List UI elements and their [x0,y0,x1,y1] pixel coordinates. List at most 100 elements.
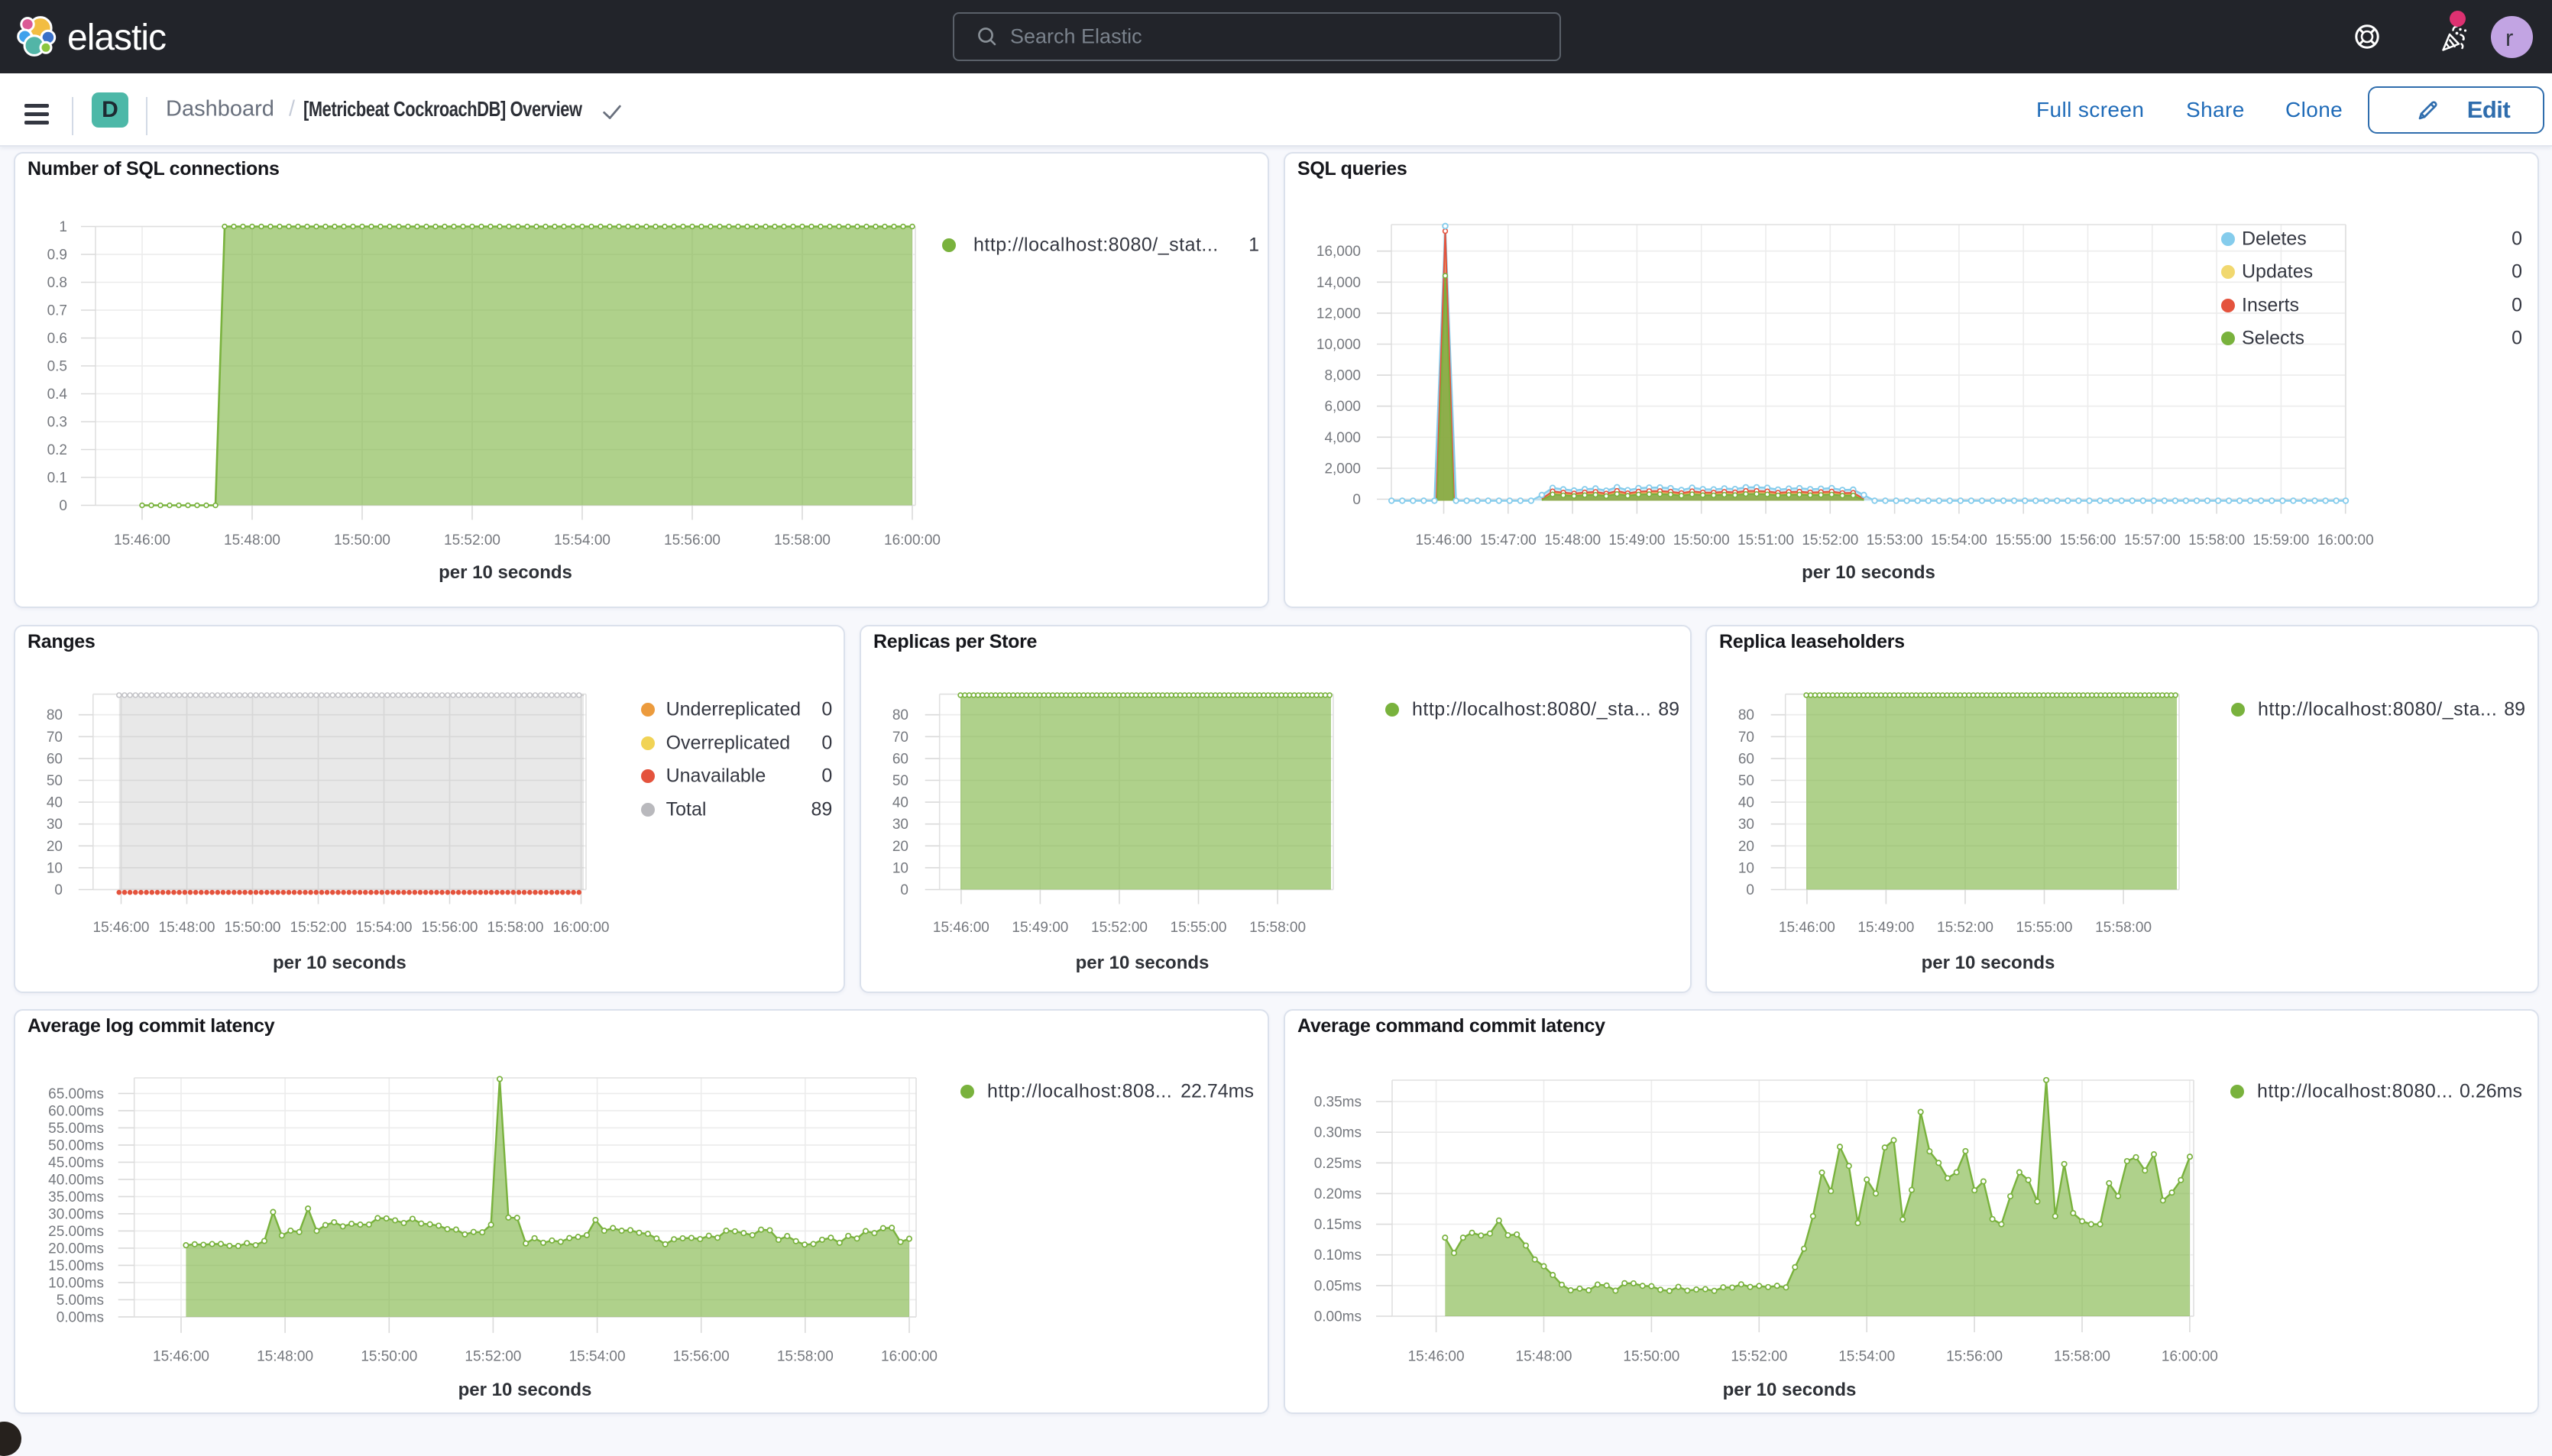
svg-text:6,000: 6,000 [1324,399,1361,415]
svg-text:0.00ms: 0.00ms [57,1309,104,1325]
svg-text:35.00ms: 35.00ms [48,1189,104,1205]
svg-text:15:46:00: 15:46:00 [933,920,989,936]
svg-text:0.30ms: 0.30ms [1314,1125,1362,1141]
svg-text:15:52:00: 15:52:00 [290,920,347,936]
svg-text:15:46:00: 15:46:00 [93,920,150,936]
svg-text:0.1: 0.1 [47,470,67,486]
svg-text:15:59:00: 15:59:00 [2252,532,2309,548]
svg-text:15:55:00: 15:55:00 [2016,920,2073,936]
svg-text:15:56:00: 15:56:00 [1946,1349,2003,1365]
svg-text:15:48:00: 15:48:00 [1516,1349,1572,1365]
svg-text:15:48:00: 15:48:00 [159,920,215,936]
svg-text:50.00ms: 50.00ms [48,1137,104,1153]
svg-text:0: 0 [1352,492,1361,508]
svg-text:0.10ms: 0.10ms [1314,1247,1362,1263]
svg-text:0: 0 [54,882,63,898]
svg-text:15:48:00: 15:48:00 [1544,532,1601,548]
svg-text:15:46:00: 15:46:00 [1416,532,1472,548]
svg-text:10.00ms: 10.00ms [48,1275,104,1291]
svg-text:0.6: 0.6 [47,331,67,347]
svg-text:0.00ms: 0.00ms [1314,1309,1362,1325]
svg-text:15:52:00: 15:52:00 [1937,920,1993,936]
svg-text:15:46:00: 15:46:00 [1779,920,1835,936]
svg-text:15:49:00: 15:49:00 [1608,532,1665,548]
svg-text:15:53:00: 15:53:00 [1867,532,1923,548]
svg-text:15:46:00: 15:46:00 [1408,1349,1465,1365]
svg-text:15:56:00: 15:56:00 [422,920,478,936]
svg-text:15:46:00: 15:46:00 [153,1349,209,1365]
svg-text:15:58:00: 15:58:00 [774,532,831,548]
svg-text:0.15ms: 0.15ms [1314,1217,1362,1233]
svg-text:0.8: 0.8 [47,275,67,291]
svg-text:16:00:00: 16:00:00 [2162,1349,2218,1365]
svg-text:15:50:00: 15:50:00 [334,532,390,548]
svg-text:16:00:00: 16:00:00 [881,1349,938,1365]
svg-text:70: 70 [1738,730,1754,746]
svg-text:per 10 seconds: per 10 seconds [1076,953,1210,973]
svg-text:70: 70 [892,730,908,746]
svg-text:0.25ms: 0.25ms [1314,1156,1362,1172]
svg-text:60: 60 [892,751,908,767]
svg-text:per 10 seconds: per 10 seconds [439,562,572,583]
svg-text:15:50:00: 15:50:00 [1673,532,1730,548]
svg-text:15:58:00: 15:58:00 [2095,920,2152,936]
svg-text:15:50:00: 15:50:00 [1623,1349,1679,1365]
svg-text:15:58:00: 15:58:00 [2054,1349,2110,1365]
svg-text:20: 20 [1738,839,1754,855]
svg-text:2,000: 2,000 [1324,461,1361,477]
svg-text:5.00ms: 5.00ms [57,1293,104,1309]
svg-text:0.7: 0.7 [47,303,67,319]
svg-text:4,000: 4,000 [1324,429,1361,445]
svg-text:0: 0 [59,498,67,514]
svg-text:10: 10 [1738,860,1754,876]
svg-text:15:54:00: 15:54:00 [554,532,610,548]
svg-text:15:55:00: 15:55:00 [1995,532,2052,548]
svg-text:0.3: 0.3 [47,414,67,430]
svg-text:60: 60 [1738,751,1754,767]
svg-text:0: 0 [1746,882,1754,898]
svg-text:per 10 seconds: per 10 seconds [273,953,406,973]
svg-text:20: 20 [892,839,908,855]
svg-text:15:52:00: 15:52:00 [1091,920,1148,936]
svg-text:15:48:00: 15:48:00 [257,1349,313,1365]
svg-text:15:58:00: 15:58:00 [487,920,544,936]
svg-text:0.05ms: 0.05ms [1314,1278,1362,1294]
svg-text:16:00:00: 16:00:00 [884,532,941,548]
svg-text:0.4: 0.4 [47,387,68,403]
svg-text:15:52:00: 15:52:00 [1802,532,1858,548]
svg-text:40: 40 [892,795,908,811]
svg-text:per 10 seconds: per 10 seconds [1802,562,1935,583]
svg-text:15:49:00: 15:49:00 [1012,920,1068,936]
svg-text:10: 10 [47,860,63,876]
svg-text:per 10 seconds: per 10 seconds [1723,1380,1857,1400]
svg-text:0.5: 0.5 [47,358,67,374]
svg-text:15:54:00: 15:54:00 [569,1349,626,1365]
svg-text:20: 20 [47,839,63,855]
svg-text:15:56:00: 15:56:00 [2060,532,2116,548]
svg-text:15:48:00: 15:48:00 [224,532,280,548]
svg-text:45.00ms: 45.00ms [48,1155,104,1171]
svg-text:15:55:00: 15:55:00 [1171,920,1227,936]
svg-text:15:54:00: 15:54:00 [356,920,413,936]
svg-text:40.00ms: 40.00ms [48,1172,104,1188]
svg-text:55.00ms: 55.00ms [48,1121,104,1137]
svg-text:10: 10 [892,860,908,876]
svg-text:50: 50 [1738,773,1754,789]
svg-text:15:56:00: 15:56:00 [664,532,721,548]
svg-text:15:58:00: 15:58:00 [2188,532,2245,548]
svg-text:15:58:00: 15:58:00 [1249,920,1306,936]
svg-text:30: 30 [892,817,908,833]
svg-text:16:00:00: 16:00:00 [2317,532,2374,548]
svg-text:15.00ms: 15.00ms [48,1258,104,1274]
svg-text:15:57:00: 15:57:00 [2124,532,2181,548]
svg-text:15:54:00: 15:54:00 [1838,1349,1895,1365]
svg-text:25.00ms: 25.00ms [48,1224,104,1240]
svg-text:8,000: 8,000 [1324,367,1361,383]
svg-text:0.20ms: 0.20ms [1314,1186,1362,1202]
svg-text:15:56:00: 15:56:00 [673,1349,730,1365]
svg-text:15:58:00: 15:58:00 [777,1349,834,1365]
svg-text:30.00ms: 30.00ms [48,1206,104,1222]
svg-text:16:00:00: 16:00:00 [553,920,610,936]
svg-text:15:50:00: 15:50:00 [225,920,281,936]
svg-text:15:52:00: 15:52:00 [1731,1349,1787,1365]
